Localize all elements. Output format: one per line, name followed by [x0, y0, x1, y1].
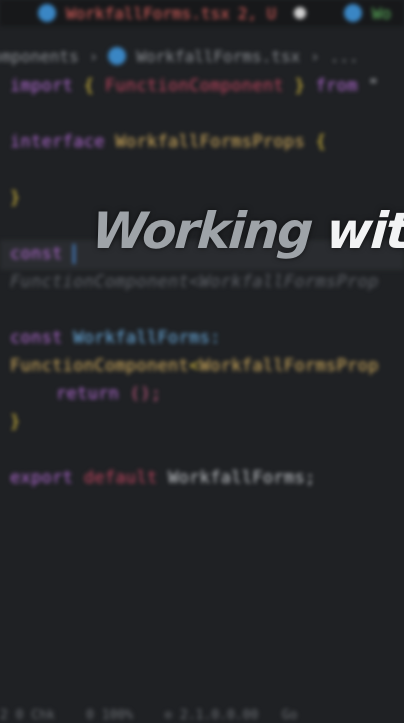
caption-word-2: with [324, 202, 404, 260]
breadcrumb-more[interactable]: ... [330, 47, 359, 66]
tab-bar: WorkfallForms.tsx 2, U Wo [0, 0, 404, 26]
caption-word-1: Working [89, 202, 314, 260]
code-line-7: FunctionComponent<WorkfallFormsProp [10, 356, 379, 376]
code-line-6: const WorkfallForms: [10, 328, 221, 348]
code-line-4: const [10, 244, 76, 264]
code-line-9: } [10, 412, 21, 432]
editor-view: WorkfallForms.tsx 2, U Wo omponents › Wo… [0, 0, 404, 723]
breadcrumb: omponents › WorkfallForms.tsx › ... [0, 42, 404, 70]
code-line-5-ghost: FunctionComponent<WorkfallFormsProp [10, 272, 379, 292]
typescript-file-icon [108, 47, 127, 65]
code-line-3: } [10, 188, 21, 208]
code-line-2: interface WorkfallFormsProps { [10, 132, 327, 152]
tab-problem-status: 2, U [237, 3, 277, 23]
breadcrumb-file[interactable]: WorkfallForms.tsx [136, 47, 300, 66]
chevron-right-icon: › [88, 46, 99, 66]
tab-label: WorkfallForms.tsx [66, 3, 230, 23]
code-line-10: export default WorkfallForms; [10, 468, 316, 488]
code-line-8: return (); [56, 384, 162, 404]
code-line-1: import { FunctionComponent } from " [10, 76, 379, 96]
typescript-file-icon [38, 4, 56, 22]
tab-second[interactable]: Wo [344, 3, 391, 23]
video-caption: Working with [90, 202, 404, 260]
unsaved-dot-icon[interactable] [294, 7, 307, 19]
chevron-right-icon: › [310, 46, 320, 66]
breadcrumb-folder[interactable]: omponents [0, 47, 79, 66]
tab-label: Wo [372, 3, 392, 23]
file-icon [344, 4, 362, 22]
text-cursor [73, 244, 76, 264]
tab-workfallforms[interactable]: WorkfallForms.tsx 2, U [38, 3, 307, 23]
status-bar: 2 0 Chk 0 100% ⊙ 2.1.0.0.00 Go [0, 708, 298, 723]
